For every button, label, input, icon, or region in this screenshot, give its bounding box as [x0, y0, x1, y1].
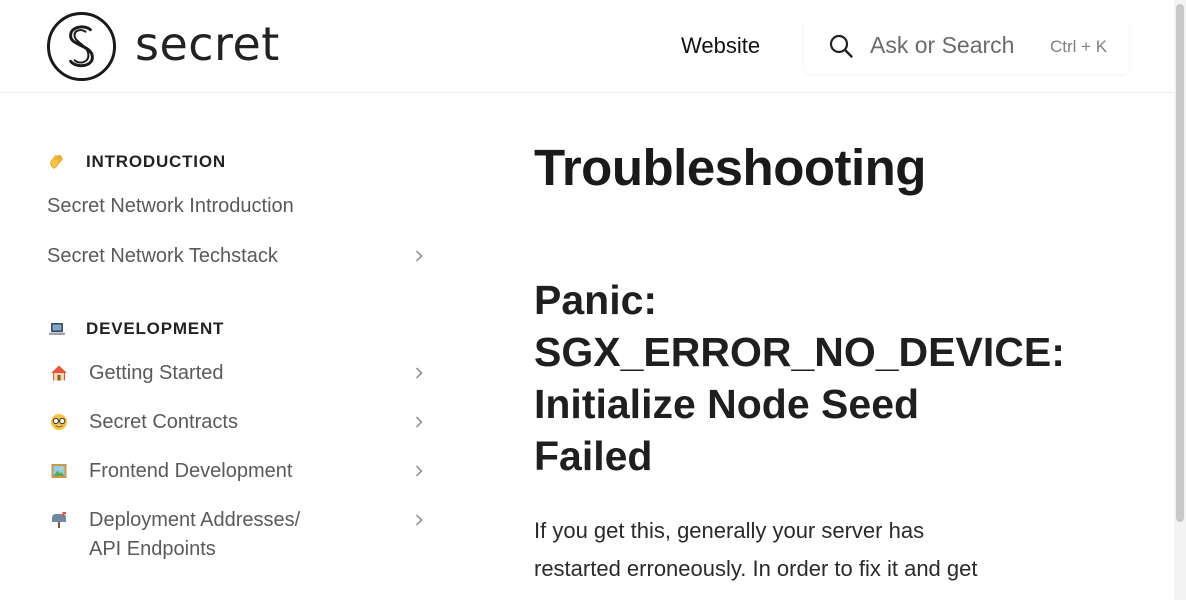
sidebar-item-label: Secret Network Techstack	[47, 245, 278, 267]
framed-picture-icon	[51, 464, 67, 478]
paragraph-line: If you get this, generally your server h…	[534, 518, 925, 543]
page-title: Troubleshooting	[534, 139, 926, 196]
sidebar-section-introduction: INTRODUCTION	[48, 152, 226, 172]
section-heading-line: Panic:	[534, 277, 658, 323]
nerd-face-icon	[51, 414, 67, 430]
section-heading-line: Initialize Node Seed	[534, 381, 920, 427]
sidebar-item-getting-started[interactable]: Getting Started	[47, 359, 437, 388]
chevron-right-icon[interactable]	[412, 513, 426, 527]
search-placeholder: Ask or Search	[870, 32, 1015, 58]
website-link[interactable]: Website	[681, 33, 760, 59]
sidebar-item-label: Frontend Development	[89, 460, 293, 482]
search-icon	[829, 34, 853, 58]
sidebar-item-secret-network-introduction[interactable]: Secret Network Introduction	[47, 192, 437, 221]
section-heading-line: Failed	[534, 433, 653, 479]
logo-text: secret	[135, 16, 280, 71]
top-header: secret Website Ask or Search Ctrl + K	[0, 0, 1174, 93]
sidebar-item-label: Secret Network Introduction	[47, 195, 294, 217]
sidebar-item-label: Getting Started	[89, 362, 224, 384]
paragraph-line: restarted erroneously. In order to fix i…	[534, 556, 978, 581]
sidebar-section-development: DEVELOPMENT	[48, 319, 224, 339]
sidebar: INTRODUCTION Secret Network Introduction…	[0, 94, 460, 600]
chevron-right-icon[interactable]	[412, 366, 426, 380]
section-title: DEVELOPMENT	[86, 319, 225, 338]
chevron-right-icon[interactable]	[412, 249, 426, 263]
search-shortcut: Ctrl + K	[1050, 37, 1108, 56]
sidebar-item-label-line-1: Deployment Addresses/	[89, 509, 301, 531]
section-heading-line: SGX_ERROR_NO_DEVICE:	[534, 329, 1065, 375]
section-title: INTRODUCTION	[86, 152, 226, 171]
waving-hand-icon	[50, 154, 63, 169]
search-box[interactable]: Ask or Search Ctrl + K	[804, 18, 1129, 74]
sidebar-item-secret-contracts[interactable]: Secret Contracts	[47, 408, 437, 437]
chevron-right-icon[interactable]	[412, 464, 426, 478]
sidebar-item-deployment-addresses[interactable]: Deployment Addresses/ API Endpoints	[47, 506, 437, 564]
chevron-right-icon[interactable]	[412, 415, 426, 429]
mailbox-icon	[52, 512, 66, 528]
secret-logo-icon	[46, 11, 117, 82]
laptop-icon	[49, 323, 65, 335]
sidebar-item-label: Secret Contracts	[89, 411, 238, 433]
page-scrollbar-thumb[interactable]	[1176, 4, 1184, 522]
sidebar-item-label-line-2: API Endpoints	[89, 538, 216, 560]
body-paragraph: If you get this, generally your server h…	[534, 512, 1094, 588]
sidebar-item-secret-network-techstack[interactable]: Secret Network Techstack	[47, 242, 437, 271]
logo[interactable]: secret	[46, 11, 280, 82]
section-heading: Panic: SGX_ERROR_NO_DEVICE: Initialize N…	[534, 274, 1094, 482]
house-icon	[51, 365, 67, 381]
sidebar-item-frontend-development[interactable]: Frontend Development	[47, 457, 437, 486]
